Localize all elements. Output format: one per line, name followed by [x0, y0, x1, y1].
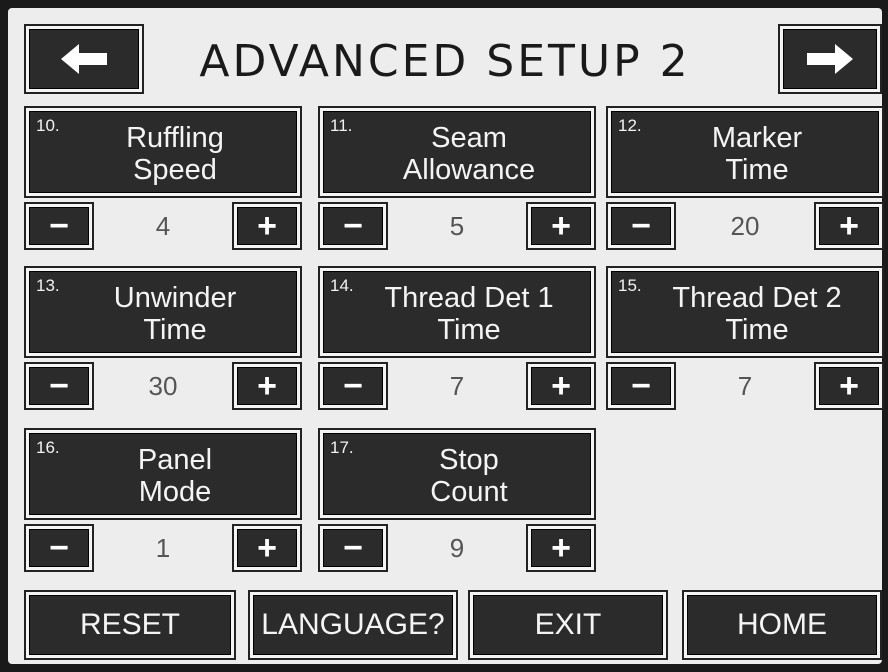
language-label: LANGUAGE?	[253, 595, 453, 655]
param-value: 9	[449, 533, 465, 563]
plus-icon: +	[237, 207, 297, 245]
next-page-button[interactable]	[778, 24, 882, 94]
exit-label: EXIT	[473, 595, 663, 655]
previous-page-button[interactable]	[24, 24, 144, 94]
minus-icon: −	[29, 207, 89, 245]
increment-button[interactable]: +	[232, 362, 302, 410]
minus-icon: −	[29, 529, 89, 567]
page-title: ADVANCED SETUP 2	[199, 36, 691, 87]
param-label: Ruffling Speed	[126, 122, 224, 186]
param-value: 5	[449, 211, 465, 241]
param-number: 16.	[36, 438, 60, 457]
reset-button[interactable]: RESET	[24, 590, 236, 660]
param-card-panel-mode: 16. Panel Mode − 1 +	[24, 428, 302, 578]
minus-icon: −	[611, 367, 671, 405]
param-label-box: 17. Stop Count	[318, 428, 596, 520]
param-number: 15.	[618, 276, 642, 295]
plus-icon: +	[531, 529, 591, 567]
param-label-box: 13. Unwinder Time	[24, 266, 302, 358]
minus-icon: −	[29, 367, 89, 405]
param-value: 7	[449, 371, 465, 401]
param-value: 30	[148, 371, 178, 401]
language-button[interactable]: LANGUAGE?	[248, 590, 458, 660]
param-label: Seam Allowance	[402, 122, 536, 186]
plus-icon: +	[531, 207, 591, 245]
decrement-button[interactable]: −	[318, 202, 388, 250]
minus-icon: −	[323, 367, 383, 405]
param-value: 4	[155, 211, 171, 241]
plus-icon: +	[531, 367, 591, 405]
increment-button[interactable]: +	[526, 362, 596, 410]
param-number: 12.	[618, 116, 642, 135]
plus-icon: +	[819, 207, 879, 245]
param-label: Stop Count	[430, 444, 508, 508]
param-label: Thread Det 2 Time	[672, 282, 842, 346]
param-value: 1	[155, 533, 171, 563]
increment-button[interactable]: +	[232, 524, 302, 572]
arrow-left-icon	[61, 44, 107, 74]
param-card-thread-det-2-time: 15. Thread Det 2 Time − 7 +	[606, 266, 884, 416]
param-value: 7	[737, 371, 753, 401]
param-label-box: 12. Marker Time	[606, 106, 884, 198]
param-value: 20	[730, 211, 760, 241]
param-label-box: 15. Thread Det 2 Time	[606, 266, 884, 358]
decrement-button[interactable]: −	[606, 202, 676, 250]
minus-icon: −	[611, 207, 671, 245]
increment-button[interactable]: +	[526, 202, 596, 250]
hmi-screen: ADVANCED SETUP 2 10. Ruffling Speed − 4 +…	[8, 8, 884, 664]
param-number: 14.	[330, 276, 354, 295]
plus-icon: +	[819, 367, 879, 405]
param-card-ruffling-speed: 10. Ruffling Speed − 4 +	[24, 106, 302, 256]
param-card-stop-count: 17. Stop Count − 9 +	[318, 428, 596, 578]
param-number: 10.	[36, 116, 60, 135]
home-button[interactable]: HOME	[682, 590, 882, 660]
decrement-button[interactable]: −	[24, 202, 94, 250]
param-label: Unwinder Time	[113, 282, 237, 346]
param-label: Thread Det 1 Time	[384, 282, 554, 346]
param-card-marker-time: 12. Marker Time − 20 +	[606, 106, 884, 256]
decrement-button[interactable]: −	[24, 362, 94, 410]
minus-icon: −	[323, 207, 383, 245]
decrement-button[interactable]: −	[318, 362, 388, 410]
increment-button[interactable]: +	[526, 524, 596, 572]
param-label-box: 14. Thread Det 1 Time	[318, 266, 596, 358]
param-label-box: 10. Ruffling Speed	[24, 106, 302, 198]
reset-label: RESET	[29, 595, 231, 655]
param-card-unwinder-time: 13. Unwinder Time − 30 +	[24, 266, 302, 416]
decrement-button[interactable]: −	[606, 362, 676, 410]
param-number: 17.	[330, 438, 354, 457]
increment-button[interactable]: +	[814, 362, 884, 410]
param-label-box: 16. Panel Mode	[24, 428, 302, 520]
param-card-thread-det-1-time: 14. Thread Det 1 Time − 7 +	[318, 266, 596, 416]
home-label: HOME	[687, 595, 877, 655]
param-number: 11.	[330, 116, 353, 135]
param-number: 13.	[36, 276, 60, 295]
increment-button[interactable]: +	[814, 202, 884, 250]
param-label-box: 11. Seam Allowance	[318, 106, 596, 198]
param-label: Panel Mode	[137, 444, 213, 508]
decrement-button[interactable]: −	[24, 524, 94, 572]
plus-icon: +	[237, 529, 297, 567]
arrow-right-icon	[807, 44, 853, 74]
exit-button[interactable]: EXIT	[468, 590, 668, 660]
increment-button[interactable]: +	[232, 202, 302, 250]
plus-icon: +	[237, 367, 297, 405]
param-label: Marker Time	[711, 122, 803, 186]
param-card-seam-allowance: 11. Seam Allowance − 5 +	[318, 106, 596, 256]
minus-icon: −	[323, 529, 383, 567]
decrement-button[interactable]: −	[318, 524, 388, 572]
